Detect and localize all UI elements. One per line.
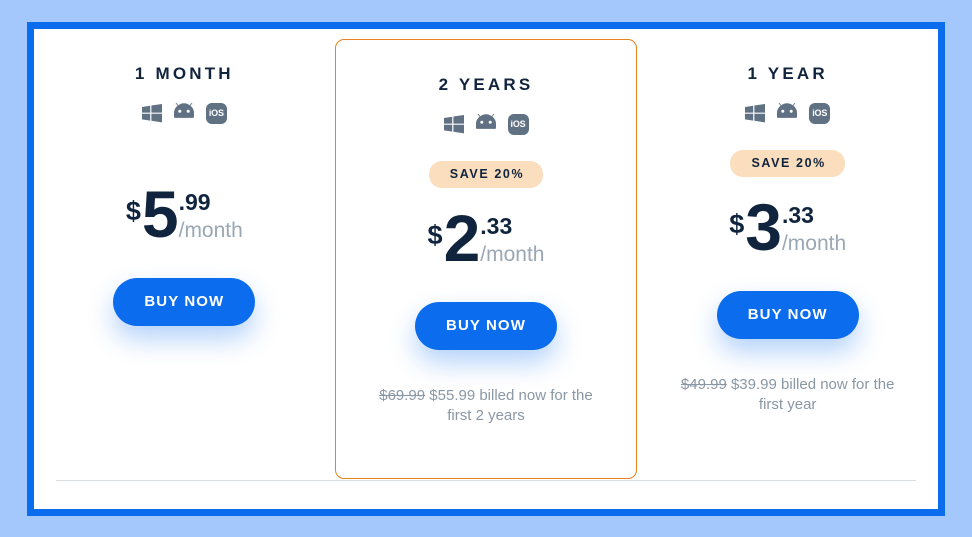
buy-now-button[interactable]: BUY NOW	[716, 290, 859, 339]
pricing-plans-row: 1 MONTH iOS $ 5 .99 /month BUY NOW 2 YEA…	[34, 29, 938, 495]
save-badge: SAVE 20%	[730, 150, 845, 177]
windows-icon	[141, 103, 162, 123]
pricing-panel-inner: 1 MONTH iOS $ 5 .99 /month BUY NOW 2 YEA…	[34, 29, 938, 509]
price-integer: 5	[141, 177, 179, 251]
price-period: /month	[480, 242, 545, 266]
os-icon-group: iOS	[745, 102, 831, 124]
pricing-panel: 1 MONTH iOS $ 5 .99 /month BUY NOW 2 YEA…	[27, 22, 945, 516]
bottom-divider	[56, 480, 916, 481]
price-currency: $	[427, 219, 443, 250]
windows-icon	[443, 114, 464, 134]
windows-icon	[745, 103, 766, 123]
billing-old-price: $49.99	[680, 375, 727, 393]
ios-icon: iOS	[809, 102, 831, 124]
plan-card-1-month[interactable]: 1 MONTH iOS $ 5 .99 /month BUY NOW	[34, 29, 335, 469]
price-currency: $	[729, 208, 745, 239]
price-suffix: .33 /month	[480, 210, 544, 265]
billing-text: $55.99 billed now for the first 2 years	[429, 386, 593, 425]
price-currency: $	[125, 196, 141, 226]
ios-icon: iOS	[507, 113, 529, 135]
price-period: /month	[781, 231, 847, 255]
plan-card-2-years[interactable]: 2 YEARS iOS SAVE 20% $ 2 .33 /month BUY …	[334, 39, 638, 479]
ios-icon: iOS	[205, 102, 227, 124]
plan-title: 2 YEARS	[438, 75, 534, 94]
plan-price: $ 5 .99 /month	[125, 177, 243, 251]
price-suffix: .99 /month	[178, 186, 243, 242]
price-integer: 2	[443, 200, 481, 275]
price-cents: .33	[480, 212, 513, 239]
plan-price: $ 3 .33 /month	[729, 189, 846, 264]
price-period: /month	[178, 219, 243, 242]
buy-now-button[interactable]: BUY NOW	[415, 301, 557, 350]
android-icon	[173, 103, 195, 123]
plan-price: $ 2 .33 /month	[427, 200, 545, 275]
price-suffix: .33 /month	[782, 199, 846, 254]
plan-title: 1 MONTH	[134, 64, 234, 83]
plan-card-1-year[interactable]: 1 YEAR iOS SAVE 20% $ 3 .33 /month BUY N…	[637, 29, 938, 469]
price-cents: .99	[178, 189, 211, 215]
plan-title: 1 YEAR	[747, 64, 828, 83]
android-icon	[776, 103, 798, 123]
buy-now-button[interactable]: BUY NOW	[113, 278, 256, 326]
os-icon-group: iOS	[141, 102, 227, 124]
android-icon	[475, 114, 497, 134]
price-cents: .33	[781, 201, 814, 228]
billing-text: $39.99 billed now for the first year	[730, 375, 895, 414]
billing-note: $49.99 $39.99 billed now for the first y…	[678, 375, 898, 416]
os-icon-group: iOS	[443, 113, 529, 135]
save-badge: SAVE 20%	[428, 161, 544, 188]
price-integer: 3	[745, 189, 782, 264]
billing-old-price: $69.99	[379, 386, 426, 404]
billing-note: $69.99 $55.99 billed now for the first 2…	[376, 386, 596, 427]
